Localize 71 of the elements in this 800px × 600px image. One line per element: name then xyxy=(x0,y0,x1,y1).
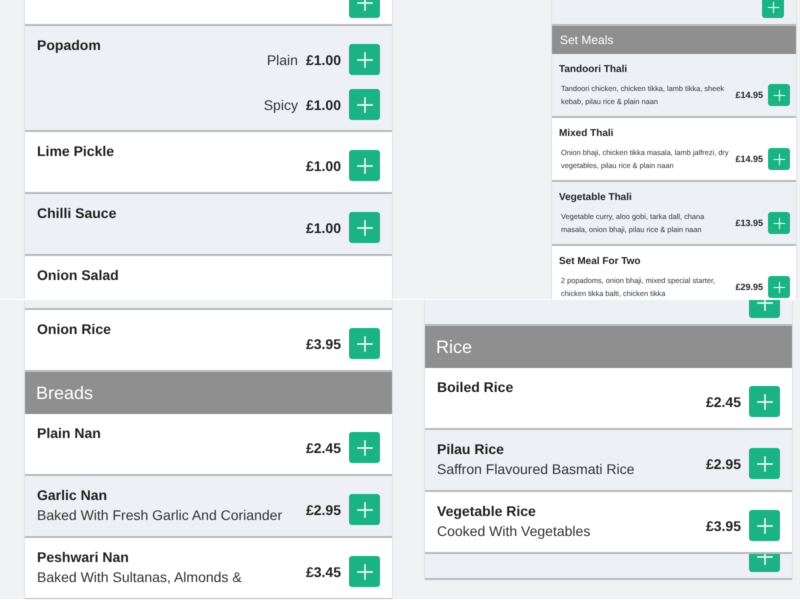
plus-icon xyxy=(772,216,786,230)
price: £3.95 xyxy=(706,518,741,534)
add-button[interactable] xyxy=(768,148,790,170)
option-label: Spicy xyxy=(264,96,298,112)
item-name: Chilli Sauce xyxy=(37,204,116,223)
plus-icon xyxy=(356,156,374,174)
plus-icon xyxy=(772,280,786,294)
price: £1.00 xyxy=(306,96,341,112)
price: £2.95 xyxy=(706,456,741,472)
plus-icon xyxy=(356,438,374,456)
item-description: Saffron Flavoured Basmati Rice xyxy=(437,460,634,479)
add-button[interactable] xyxy=(768,84,790,106)
price: £2.45 xyxy=(706,394,741,410)
price: £2.95 xyxy=(306,502,341,518)
add-button[interactable] xyxy=(349,212,380,243)
plus-icon xyxy=(356,562,374,580)
price: £14.95 xyxy=(735,90,763,100)
plus-icon xyxy=(756,392,774,410)
option-label: Plain xyxy=(266,52,298,68)
price: £1.00 xyxy=(306,158,341,174)
add-button[interactable] xyxy=(762,0,784,18)
item-name: Lime Pickle xyxy=(37,142,114,161)
price: £1.00 xyxy=(306,52,341,68)
item-description: Cooked With Vegetables xyxy=(437,522,590,541)
add-button[interactable] xyxy=(349,328,380,359)
item-name: Vegetable Rice xyxy=(437,502,537,521)
item-description: Baked With Sultanas, Almonds & xyxy=(37,568,242,587)
plus-icon xyxy=(766,0,780,14)
add-button[interactable] xyxy=(349,432,380,463)
price: £13.95 xyxy=(735,218,763,228)
plus-icon xyxy=(772,152,786,166)
price: £3.45 xyxy=(306,564,341,580)
price: £2.45 xyxy=(306,440,341,456)
plus-icon xyxy=(772,88,786,102)
item-name: Pilau Rice xyxy=(437,440,505,459)
plus-icon xyxy=(756,454,774,472)
price: £29.95 xyxy=(735,282,763,292)
plus-icon xyxy=(356,500,374,518)
item-name: Boiled Rice xyxy=(437,378,514,397)
plus-icon xyxy=(356,96,374,114)
add-button[interactable] xyxy=(349,494,380,525)
plus-icon xyxy=(356,50,374,68)
item-name: Garlic Nan xyxy=(37,486,108,505)
add-button[interactable] xyxy=(768,212,790,234)
item-name: Onion Rice xyxy=(37,320,111,339)
item-name: Mixed Thali xyxy=(559,127,614,141)
plus-icon xyxy=(356,218,374,236)
item-name: Plain Nan xyxy=(37,424,101,443)
add-button[interactable] xyxy=(349,44,380,75)
add-button[interactable] xyxy=(349,556,380,587)
add-button[interactable] xyxy=(349,89,380,120)
plus-icon xyxy=(756,516,774,534)
price: £3.95 xyxy=(306,336,341,352)
add-button[interactable] xyxy=(749,386,780,417)
item-name: Set Meal For Two xyxy=(559,255,642,269)
add-button[interactable] xyxy=(349,150,380,181)
item-description: Baked With Fresh Garlic And Coriander xyxy=(37,506,282,525)
add-button[interactable] xyxy=(749,510,780,541)
category-header: Set Meals xyxy=(552,26,796,54)
price: £1.00 xyxy=(306,220,341,236)
category-header: Rice xyxy=(425,326,792,368)
item-name: Peshwari Nan xyxy=(37,548,130,567)
add-button[interactable] xyxy=(768,276,790,298)
category-header: Breads xyxy=(25,372,392,414)
add-button[interactable] xyxy=(749,448,780,479)
item-name: Vegetable Thali xyxy=(559,191,633,205)
item-name: Popadom xyxy=(37,36,101,55)
item-name: Onion Salad xyxy=(37,266,119,285)
item-name: Tandoori Thali xyxy=(559,63,628,77)
plus-icon xyxy=(356,334,374,352)
price: £14.95 xyxy=(735,154,763,164)
